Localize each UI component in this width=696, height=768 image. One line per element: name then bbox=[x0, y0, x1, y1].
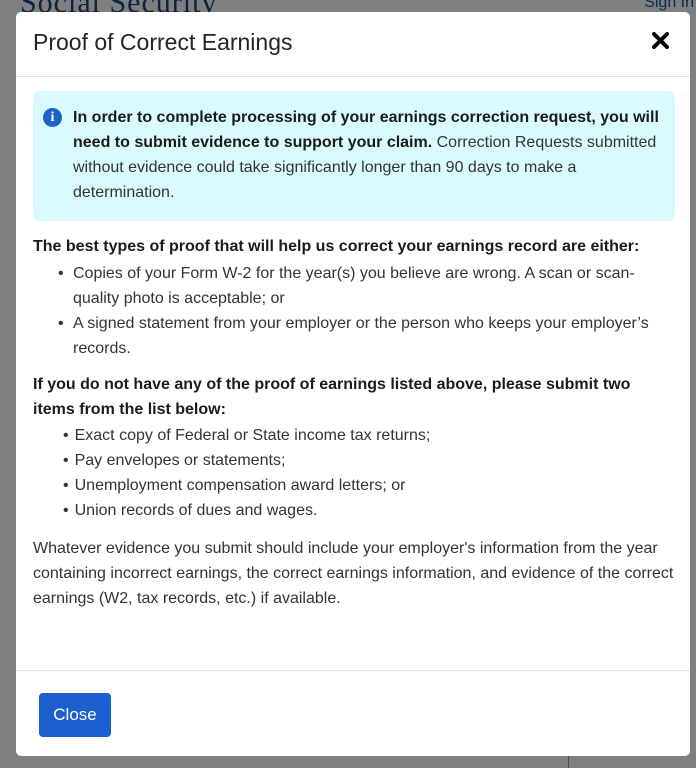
close-x-glyph bbox=[651, 31, 669, 49]
modal-title: Proof of Correct Earnings bbox=[33, 29, 293, 55]
list-item: Pay envelopes or statements; bbox=[63, 448, 675, 473]
list-item: Exact copy of Federal or State income ta… bbox=[63, 423, 675, 448]
modal-footer: Close bbox=[16, 670, 690, 757]
alternative-proof-list: Exact copy of Federal or State income ta… bbox=[33, 423, 675, 523]
list-item: Unemployment compensation award letters;… bbox=[63, 473, 675, 498]
best-proof-list: Copies of your Form W-2 for the year(s) … bbox=[33, 261, 675, 361]
info-alert: i In order to complete processing of you… bbox=[33, 91, 675, 221]
list-item: Union records of dues and wages. bbox=[63, 498, 675, 523]
close-button[interactable]: Close bbox=[39, 693, 111, 737]
info-icon: i bbox=[43, 108, 62, 127]
modal-body: i In order to complete processing of you… bbox=[33, 91, 675, 611]
closing-text: Whatever evidence you submit should incl… bbox=[33, 540, 674, 607]
alternative-proof-heading: If you do not have any of the proof of e… bbox=[33, 376, 631, 418]
list-item: Copies of your Form W-2 for the year(s) … bbox=[58, 261, 675, 311]
best-proof-heading: The best types of proof that will help u… bbox=[33, 238, 640, 255]
close-icon[interactable] bbox=[646, 26, 674, 54]
list-item: A signed statement from your employer or… bbox=[58, 311, 675, 361]
proof-of-earnings-modal: Proof of Correct Earnings i In order to … bbox=[16, 12, 690, 756]
modal-header: Proof of Correct Earnings bbox=[16, 12, 690, 77]
